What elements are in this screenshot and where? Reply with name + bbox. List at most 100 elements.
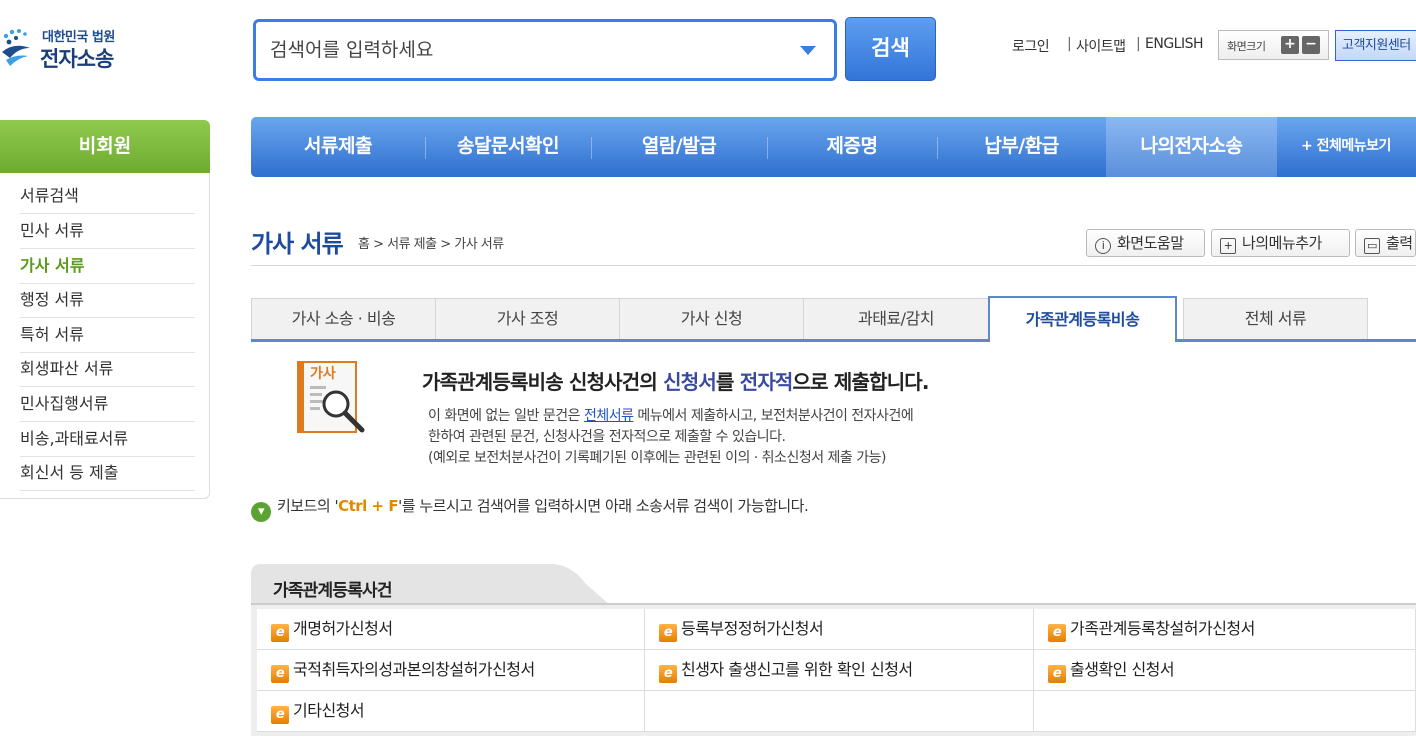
download-arrow-icon: ▾ [251, 502, 271, 522]
nav-item-submit[interactable]: 서류제출 [251, 117, 425, 177]
family-document-search-icon: 가사 [297, 361, 365, 433]
sidebar-menu: 서류검색 민사 서류 가사 서류 행정 서류 특허 서류 회생파산 서류 민사집… [0, 173, 210, 499]
sidebar-item-administrative[interactable]: 행정 서류 [20, 283, 195, 318]
sidebar-item-patent[interactable]: 특허 서류 [20, 318, 195, 353]
keyboard-search-hint: ▾ 키보드의 'Ctrl + F'를 누르시고 검색어를 입력하시면 아래 소송서… [251, 495, 809, 522]
hint-text: '를 누르시고 검색어를 입력하시면 아래 소송서류 검색이 가능합니다. [398, 497, 809, 515]
hint-shortcut: Ctrl + F [338, 497, 399, 515]
document-link[interactable]: e 기타신청서 [257, 691, 645, 732]
svg-text:가사: 가사 [310, 366, 336, 382]
document-label: 기타신청서 [293, 701, 365, 720]
sidebar-item-civil[interactable]: 민사 서류 [20, 214, 195, 249]
e-document-icon: e [271, 665, 289, 683]
document-link[interactable]: e 가족관계등록창설허가신청서 [1034, 609, 1416, 650]
court-logo[interactable]: 대한민국 법원 전자소송 [0, 22, 140, 78]
nav-item-my-ecourt[interactable]: 나의전자소송 [1106, 117, 1277, 177]
nav-item-delivery-check[interactable]: 송달문서확인 [425, 117, 591, 177]
util-separator: | [1136, 36, 1141, 52]
sidebar-item-reply-submission[interactable]: 회신서 등 제출 [20, 456, 195, 491]
sitemap-link[interactable]: 사이트맵 [1076, 36, 1126, 56]
util-separator: | [1067, 36, 1072, 52]
search-input[interactable] [270, 34, 790, 66]
hint-text: 키보드의 ' [277, 497, 339, 515]
empty-cell [1034, 691, 1416, 732]
sidebar-item-civil-execution[interactable]: 민사집행서류 [20, 387, 195, 422]
tab-family-application[interactable]: 가사 신청 [619, 298, 804, 340]
e-document-icon: e [271, 706, 289, 724]
document-link[interactable]: e 등록부정정허가신청서 [645, 609, 1034, 650]
info-heading-text: 으로 제출합니다. [792, 370, 930, 394]
section-title: 가족관계등록사건 [273, 581, 393, 601]
document-label: 가족관계등록창설허가신청서 [1070, 619, 1255, 638]
nav-item-payment-refund[interactable]: 납부/환급 [937, 117, 1106, 177]
info-line: 한하여 관련된 문건, 신청사건을 전자적으로 제출할 수 있습니다. [428, 429, 786, 445]
document-link[interactable]: e 친생자 출생신고를 위한 확인 신청서 [645, 650, 1034, 691]
sidebar-item-document-search[interactable]: 서류검색 [20, 179, 195, 214]
sidebar-header: 비회원 [0, 120, 210, 173]
logo-title: 전자소송 [40, 47, 114, 71]
e-document-icon: e [659, 665, 677, 683]
e-document-icon: e [271, 624, 289, 642]
tab-fines-detention[interactable]: 과태료/감치 [803, 298, 989, 340]
zoom-control: 화면크기 + − [1218, 30, 1329, 60]
document-link[interactable]: e 개명허가신청서 [257, 609, 645, 650]
zoom-label: 화면크기 [1227, 40, 1266, 53]
info-text: 이 화면에 없는 일반 문건은 [428, 408, 584, 424]
zoom-out-button[interactable]: − [1302, 36, 1320, 54]
screen-help-button[interactable]: i 화면도움말 [1086, 229, 1205, 257]
customer-center-button[interactable]: 고객지원센터 [1335, 30, 1416, 61]
info-heading-highlight: 전자적 [739, 370, 794, 394]
breadcrumb: 홈 > 서류 제출 > 가사 서류 [358, 237, 504, 252]
add-folder-icon: + [1220, 238, 1236, 254]
e-document-icon: e [659, 624, 677, 642]
tab-family-mediation[interactable]: 가사 조정 [435, 298, 620, 340]
tab-all-documents[interactable]: 전체 서류 [1183, 298, 1368, 340]
title-divider [251, 265, 1416, 266]
info-line: (예외로 보전처분사건이 기록폐기된 이후에는 관련된 이의 · 취소신청서 제… [428, 450, 886, 466]
court-emblem-icon [2, 29, 30, 66]
nav-item-view-issue[interactable]: 열람/발급 [591, 117, 767, 177]
add-my-menu-label: 나의메뉴추가 [1242, 234, 1322, 252]
chevron-down-icon[interactable] [800, 46, 816, 55]
zoom-in-button[interactable]: + [1281, 36, 1299, 54]
e-document-icon: e [1048, 624, 1066, 642]
e-document-icon: e [1048, 665, 1066, 683]
document-label: 친생자 출생신고를 위한 확인 신청서 [681, 660, 913, 679]
info-text: 메뉴에서 제출하시고, 보전처분사건이 전자사건에 [633, 408, 914, 424]
print-label: 출력 [1386, 234, 1413, 252]
document-label: 등록부정정허가신청서 [681, 619, 824, 638]
sidebar-item-bankruptcy[interactable]: 회생파산 서류 [20, 352, 195, 387]
tab-family-registration[interactable]: 가족관계등록비송 [988, 296, 1177, 342]
all-documents-link[interactable]: 전체서류 [584, 408, 634, 424]
search-box [253, 19, 837, 81]
page-title: 가사 서류 [251, 230, 344, 258]
info-heading-text: 가족관계등록비송 신청사건의 [422, 370, 664, 394]
main-navigation: 서류제출 송달문서확인 열람/발급 제증명 납부/환급 나의전자소송 + 전체메… [251, 117, 1416, 177]
document-link[interactable]: e 출생확인 신청서 [1034, 650, 1416, 691]
english-link[interactable]: ENGLISH [1145, 36, 1204, 52]
document-link[interactable]: e 국적취득자의성과본의창설허가신청서 [257, 650, 645, 691]
printer-icon: ▭ [1364, 238, 1380, 254]
screen-help-label: 화면도움말 [1117, 234, 1184, 252]
document-label: 국적취득자의성과본의창설허가신청서 [293, 660, 535, 679]
tab-underline [251, 339, 1416, 342]
all-menu-button[interactable]: + 전체메뉴보기 [1301, 117, 1391, 177]
info-heading: 가족관계등록비송 신청사건의 신청서를 전자적으로 제출합니다. [422, 366, 930, 395]
login-link[interactable]: 로그인 [1012, 36, 1050, 56]
tab-family-litigation[interactable]: 가사 소송 · 비송 [251, 298, 436, 340]
print-button[interactable]: ▭ 출력 [1355, 229, 1416, 257]
empty-cell [645, 691, 1034, 732]
info-line: 이 화면에 없는 일반 문건은 전체서류 메뉴에서 제출하시고, 보전처분사건이… [428, 406, 914, 427]
document-label: 개명허가신청서 [293, 619, 393, 638]
document-table: e 개명허가신청서 e 등록부정정허가신청서 e 가족관계등록창설허가신청서 e 국적취… [251, 603, 1416, 736]
add-my-menu-button[interactable]: + 나의메뉴추가 [1211, 229, 1350, 257]
nav-item-certificates[interactable]: 제증명 [767, 117, 937, 177]
info-heading-text: 를 [715, 370, 740, 394]
sidebar-item-non-contentious[interactable]: 비송,과태료서류 [20, 422, 195, 457]
document-label: 출생확인 신청서 [1070, 660, 1175, 679]
info-description: 이 화면에 없는 일반 문건은 전체서류 메뉴에서 제출하시고, 보전처분사건이… [428, 406, 914, 469]
info-heading-highlight: 신청서 [663, 370, 717, 394]
sidebar-item-family[interactable]: 가사 서류 [20, 249, 195, 284]
info-icon: i [1095, 238, 1111, 254]
search-button[interactable]: 검색 [845, 17, 936, 81]
